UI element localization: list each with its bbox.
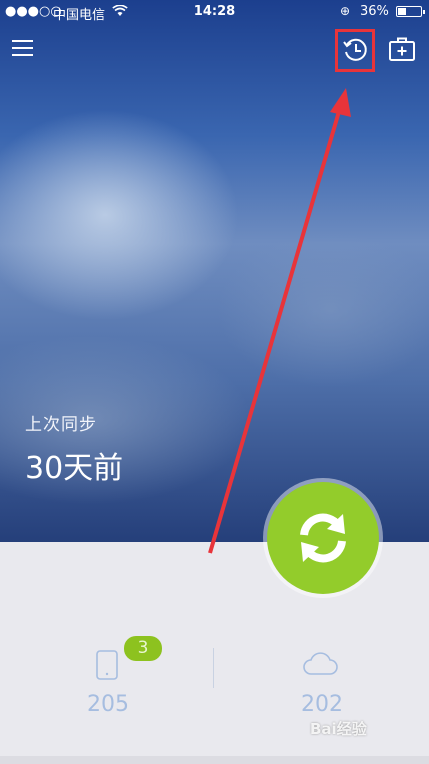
local-change-badge: 3 [124,636,162,661]
cloud-icon [303,652,338,675]
app-screen: ●●●○○ 中国电信 14:28 ⊕ 36% 上次同步 30天前 3 205 2… [0,0,429,764]
status-bar: ●●●○○ 中国电信 14:28 ⊕ 36% [0,0,429,24]
stats-divider [213,648,214,688]
menu-button[interactable] [12,38,34,58]
history-button[interactable] [335,29,375,72]
watermark: Bai经验 [310,720,367,738]
cloud-contact-count: 202 [301,692,343,717]
first-aid-kit-icon[interactable] [389,36,415,62]
sync-arrows-icon [300,513,346,563]
sync-button[interactable] [267,482,379,594]
bottom-edge [0,756,429,764]
battery-icon [396,6,425,17]
local-contact-count: 205 [87,692,129,717]
last-sync-label: 上次同步 [25,415,97,435]
battery-percent: 36% [360,4,389,19]
phone-icon [96,650,118,680]
history-clock-icon [343,38,367,61]
rotation-lock-icon: ⊕ [340,4,351,18]
last-sync-value: 30天前 [25,451,124,486]
battery-level [398,8,406,15]
